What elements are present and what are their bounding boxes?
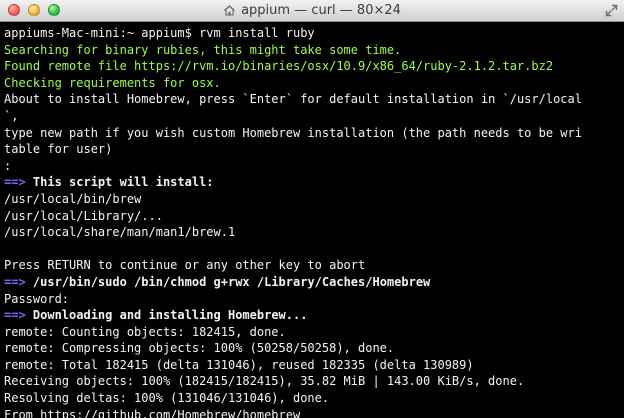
terminal-line-text: : — [4, 158, 12, 173]
terminal-line-text: Checking requirements for osx. — [4, 75, 221, 90]
terminal-line: : — [4, 158, 620, 175]
terminal-line: table for user) — [4, 141, 620, 158]
terminal-line-text: remote: Compressing objects: 100% (50258… — [4, 341, 395, 356]
terminal-line-text: Password: — [4, 291, 70, 306]
terminal-line: Checking requirements for osx. — [4, 75, 620, 92]
terminal-line: ==> This script will install: — [4, 174, 620, 191]
terminal-line-text: /usr/local/Library/... — [4, 208, 163, 223]
terminal-line-text: type new path if you wish custom Homebre… — [4, 125, 582, 140]
terminal-line: About to install Homebrew, press `Enter`… — [4, 91, 620, 108]
terminal-window: appium — curl — 80×24 appiums-Mac-mini:~… — [0, 0, 624, 418]
fullscreen-icon[interactable] — [605, 4, 618, 17]
terminal-line-text: `, — [4, 108, 19, 123]
terminal-line: Resolving deltas: 100% (131046/131046), … — [4, 390, 620, 407]
terminal-output[interactable]: appiums-Mac-mini:~ appium$ rvm install r… — [0, 22, 624, 418]
terminal-line-text: appiums-Mac-mini:~ appium$ rvm install r… — [4, 26, 315, 40]
terminal-line-text: About to install Homebrew, press `Enter`… — [4, 92, 582, 107]
home-icon — [223, 4, 236, 17]
terminal-line-text: /usr/local/share/man/man1/brew.1 — [4, 225, 236, 240]
terminal-line: Receiving objects: 100% (182415/182415),… — [4, 373, 620, 390]
terminal-line: /usr/local/Library/... — [4, 208, 620, 225]
terminal-line: remote: Counting objects: 182415, done. — [4, 324, 620, 341]
window-title-text: appium — curl — 80×24 — [241, 3, 401, 18]
terminal-line-text: Press RETURN to continue or any other ke… — [4, 258, 366, 273]
prompt-arrow: ==> — [4, 274, 26, 289]
terminal-line-text: /usr/bin/sudo /bin/chmod g+rwx /Library/… — [25, 274, 431, 289]
terminal-line-text: Searching for binary rubies, this might … — [4, 42, 402, 57]
terminal-line-text: Receiving objects: 100% (182415/182415),… — [4, 374, 525, 389]
terminal-line: Press RETURN to continue or any other ke… — [4, 257, 620, 274]
terminal-line: ==> Downloading and installing Homebrew.… — [4, 307, 620, 324]
terminal-line: Password: — [4, 291, 620, 308]
prompt-arrow: ==> — [4, 175, 26, 190]
prompt-arrow: ==> — [4, 308, 26, 323]
terminal-line: Found remote file https://rvm.io/binarie… — [4, 58, 620, 75]
terminal-line-text: Resolving deltas: 100% (131046/131046), … — [4, 391, 330, 406]
terminal-line-text: table for user) — [4, 142, 113, 157]
terminal-line-text: remote: Total 182415 (delta 131046), reu… — [4, 357, 474, 372]
terminal-line: remote: Total 182415 (delta 131046), reu… — [4, 357, 620, 374]
window-title: appium — curl — 80×24 — [0, 0, 624, 21]
terminal-line: type new path if you wish custom Homebre… — [4, 125, 620, 142]
terminal-line-text: Found remote file https://rvm.io/binarie… — [4, 59, 554, 74]
terminal-line-text: Downloading and installing Homebrew... — [25, 308, 308, 323]
terminal-line: Searching for binary rubies, this might … — [4, 42, 620, 59]
terminal-line: `, — [4, 108, 620, 125]
terminal-line: /usr/local/bin/brew — [4, 191, 620, 208]
terminal-line-text: /usr/local/bin/brew — [4, 191, 142, 206]
terminal-line: From https://github.com/Homebrew/homebre… — [4, 407, 620, 418]
terminal-line: appiums-Mac-mini:~ appium$ rvm install r… — [4, 25, 620, 42]
title-bar[interactable]: appium — curl — 80×24 — [0, 0, 624, 22]
terminal-line-text: remote: Counting objects: 182415, done. — [4, 324, 286, 339]
terminal-line: /usr/local/share/man/man1/brew.1 — [4, 224, 620, 241]
terminal-line-text: This script will install: — [25, 175, 214, 190]
terminal-line: remote: Compressing objects: 100% (50258… — [4, 340, 620, 357]
terminal-line-text: From https://github.com/Homebrew/homebre… — [4, 407, 301, 418]
terminal-line: ==> /usr/bin/sudo /bin/chmod g+rwx /Libr… — [4, 274, 620, 291]
